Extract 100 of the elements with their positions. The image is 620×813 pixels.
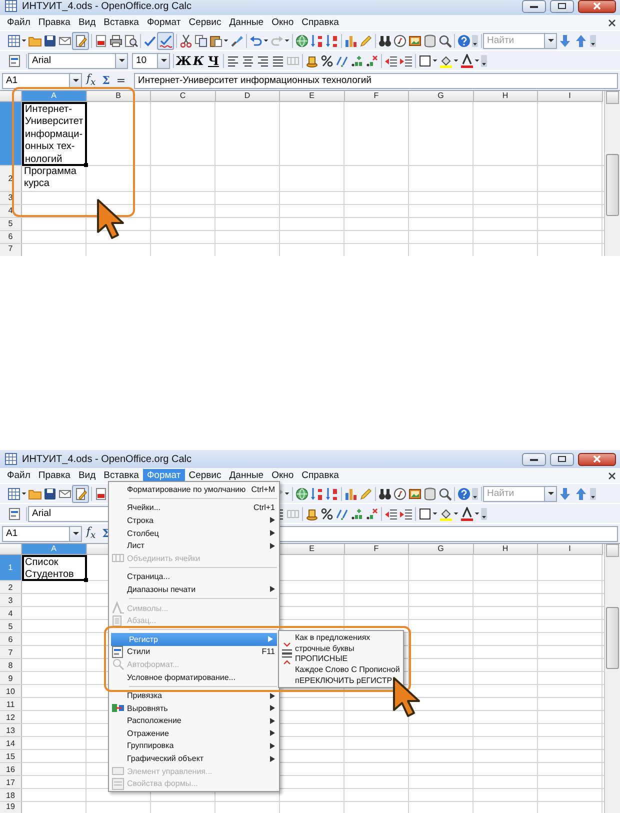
column-header[interactable]: E <box>280 91 344 102</box>
menu-entry[interactable]: Выровнять <box>109 702 279 714</box>
spreadsheet-icon[interactable] <box>6 486 20 500</box>
table-cell[interactable]: Интернет- Университет информаци- онных тех- нологий <box>22 102 86 166</box>
menu-entry[interactable]: Графический объект <box>109 752 279 765</box>
database-icon[interactable] <box>422 486 436 500</box>
database-icon[interactable] <box>422 34 436 48</box>
gallery-icon[interactable] <box>408 486 422 500</box>
column-header[interactable]: G <box>409 91 474 102</box>
border-icon[interactable] <box>418 54 432 68</box>
column-header[interactable]: C <box>151 91 216 102</box>
coins-icon[interactable] <box>304 506 318 520</box>
menu-entry[interactable]: Каждое Слово С Прописной <box>279 664 400 676</box>
menu-entry[interactable]: ПРОПИСНЫЕ <box>279 654 400 664</box>
magnifier-icon[interactable] <box>438 486 452 500</box>
menu-entry[interactable]: Условное форматирование... <box>109 670 279 684</box>
add-decimal-icon[interactable] <box>350 54 364 68</box>
menu-entry[interactable]: Страница... <box>109 570 279 584</box>
delete-decimal-icon[interactable] <box>364 54 378 68</box>
row-header[interactable]: 16 <box>0 763 22 776</box>
indent-decrease-icon[interactable] <box>384 506 398 520</box>
menu-item[interactable]: Правка <box>34 469 74 482</box>
vertical-scrollbar[interactable] <box>604 544 620 813</box>
percent-icon[interactable] <box>320 54 334 68</box>
column-header[interactable]: E <box>280 544 344 555</box>
compass-icon[interactable] <box>392 34 406 48</box>
align-left-icon[interactable] <box>226 54 240 68</box>
font-color-icon[interactable] <box>460 54 474 68</box>
edit-file-icon[interactable] <box>74 486 88 500</box>
binoculars-icon[interactable] <box>378 486 392 500</box>
close-icon[interactable] <box>607 18 617 28</box>
percent-icon[interactable] <box>320 506 334 520</box>
column-header[interactable]: B <box>86 91 151 102</box>
row-header[interactable]: 3 <box>0 594 22 606</box>
font-size-field[interactable]: 10 <box>132 52 170 68</box>
format-button[interactable]: К <box>191 54 206 68</box>
row-header[interactable]: 6 <box>0 230 22 243</box>
maximize-button[interactable] <box>550 452 574 466</box>
menu-entry[interactable]: Лист <box>109 539 279 552</box>
minimize-button[interactable] <box>522 452 546 466</box>
vertical-scrollbar[interactable] <box>604 91 620 256</box>
spreadsheet-icon[interactable] <box>6 34 20 48</box>
align-center-icon[interactable] <box>240 54 254 68</box>
menu-item[interactable]: Файл <box>3 16 34 29</box>
fill-color-icon[interactable] <box>438 54 452 68</box>
row-header[interactable]: 19 <box>0 802 22 813</box>
format-button[interactable]: Ч <box>206 54 221 68</box>
row-header[interactable]: 17 <box>0 776 22 788</box>
column-header[interactable]: H <box>474 91 538 102</box>
row-header[interactable]: 14 <box>0 737 22 750</box>
column-header[interactable]: F <box>344 91 409 102</box>
column-header[interactable]: F <box>344 544 409 555</box>
overflow-icon[interactable] <box>480 506 488 520</box>
row-header[interactable]: 8 <box>0 659 22 672</box>
bar-chart-icon[interactable] <box>344 34 358 48</box>
brush-icon[interactable] <box>230 34 244 48</box>
row-header[interactable]: 4 <box>0 607 22 620</box>
pdf-icon[interactable] <box>94 34 108 48</box>
menu-item[interactable]: Сервис <box>184 16 226 29</box>
row-header[interactable]: 11 <box>0 698 22 710</box>
minimize-button[interactable] <box>522 0 546 12</box>
styles-icon[interactable] <box>8 506 22 520</box>
globe-icon[interactable] <box>294 34 308 48</box>
magnifier-icon[interactable] <box>438 34 452 48</box>
column-header[interactable]: I <box>538 91 602 102</box>
row-header[interactable]: 7 <box>0 244 22 256</box>
help-icon[interactable] <box>456 34 470 48</box>
close-icon[interactable] <box>607 470 617 480</box>
indent-increase-icon[interactable] <box>398 54 412 68</box>
cell-reference-field[interactable]: A1 <box>2 526 82 542</box>
auto-spellcheck-icon[interactable] <box>158 34 172 48</box>
sort-ascending-icon[interactable] <box>310 34 324 48</box>
menu-item[interactable]: Справка <box>298 469 343 482</box>
menu-item[interactable]: Правка <box>34 16 74 29</box>
edit-file-icon[interactable] <box>74 34 88 48</box>
printer-icon[interactable] <box>108 34 122 48</box>
spellcheck-icon[interactable] <box>142 34 156 48</box>
table-cell[interactable]: Список Студентов <box>22 555 86 582</box>
page-preview-icon[interactable] <box>124 34 138 48</box>
overflow-icon[interactable] <box>589 486 597 500</box>
justify-icon[interactable] <box>270 54 284 68</box>
overflow-icon[interactable] <box>480 54 488 68</box>
menu-item[interactable]: Формат <box>142 16 185 29</box>
compass-icon[interactable] <box>392 486 406 500</box>
menu-entry[interactable]: Столбец <box>109 526 279 540</box>
menu-item[interactable]: Вставка <box>100 469 143 482</box>
indent-decrease-icon[interactable] <box>384 54 398 68</box>
column-header[interactable]: G <box>409 544 474 555</box>
font-name-field[interactable]: Arial <box>28 52 128 68</box>
maximize-button[interactable] <box>550 0 574 12</box>
row-header[interactable]: 18 <box>0 789 22 802</box>
floppy-icon[interactable] <box>42 486 56 500</box>
menu-entry[interactable]: Диапазоны печати <box>109 583 279 596</box>
clipboard-icon[interactable] <box>208 34 222 48</box>
row-header[interactable]: 2 <box>0 581 22 594</box>
gallery-icon[interactable] <box>408 34 422 48</box>
pencil-icon[interactable] <box>358 34 372 48</box>
menu-item[interactable]: Сервис <box>184 469 226 482</box>
menu-entry[interactable]: Группировка <box>109 740 279 752</box>
menu-item[interactable]: Вид <box>74 469 100 482</box>
